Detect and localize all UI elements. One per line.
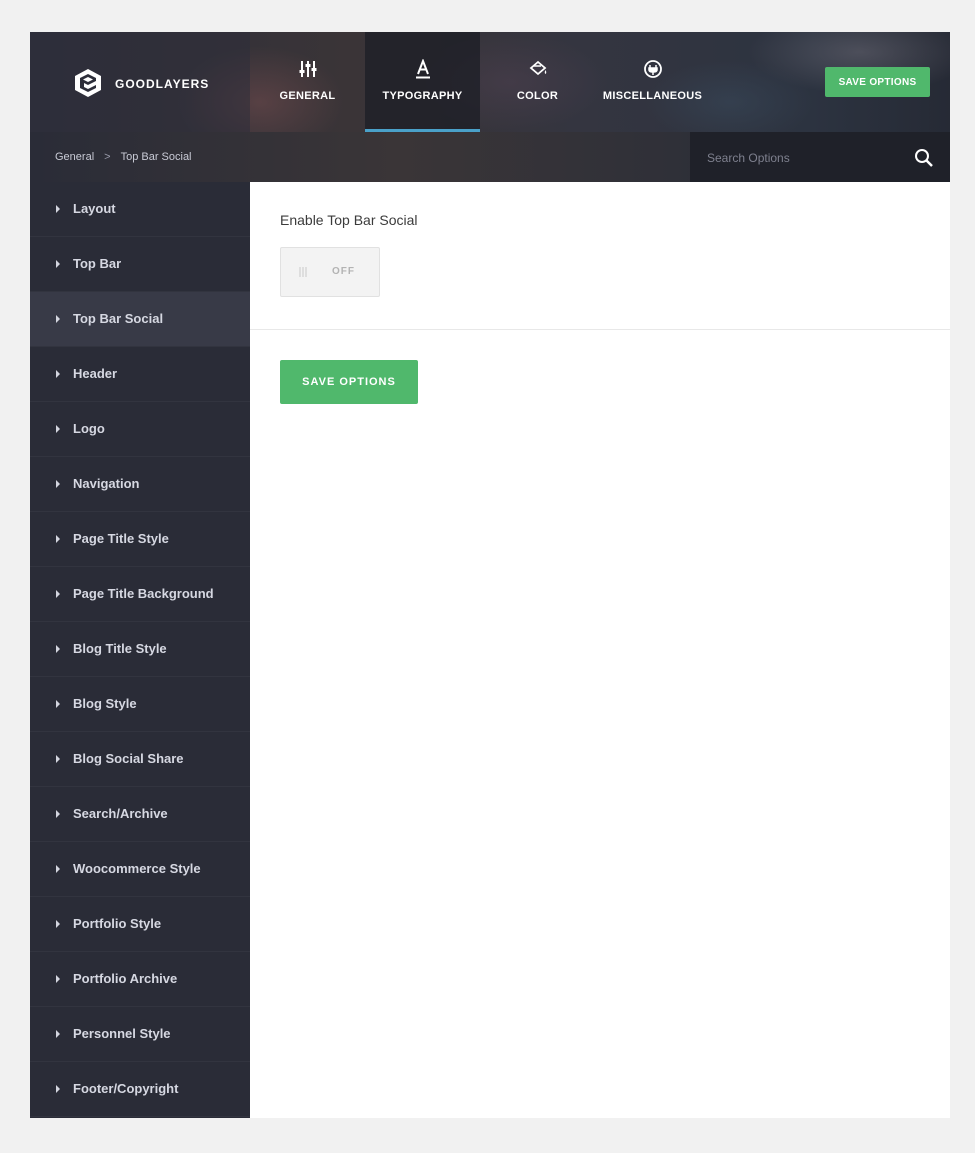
breadcrumb-root[interactable]: General [55, 151, 94, 163]
sidebar-item-logo[interactable]: Logo [30, 402, 250, 457]
sidebar-item-navigation[interactable]: Navigation [30, 457, 250, 512]
caret-right-icon [56, 315, 60, 323]
tab-color[interactable]: COLOR [480, 32, 595, 132]
sidebar-item-label: Woocommerce Style [73, 861, 201, 876]
tab-miscellaneous-label: MISCELLANEOUS [602, 90, 703, 102]
header-save-options-button[interactable]: SAVE OPTIONS [825, 67, 930, 97]
sidebar-item-label: Header [73, 366, 118, 381]
search-icon[interactable] [914, 148, 934, 168]
sidebar-item-header[interactable]: Header [30, 347, 250, 402]
sidebar-item-blog-style[interactable]: Blog Style [30, 677, 250, 732]
breadcrumb: General > Top Bar Social [55, 151, 192, 163]
breadcrumb-separator: > [104, 151, 111, 163]
sidebar-item-label: Blog Social Share [73, 751, 184, 766]
sidebar-item-label: Navigation [73, 476, 140, 491]
app-window: GOODLAYERS GENERAL TYPOGRAPHY COLOR MISC… [30, 32, 950, 1118]
caret-right-icon [56, 370, 60, 378]
sidebar-item-label: Portfolio Archive [73, 971, 178, 986]
typography-icon [415, 59, 430, 79]
sliders-icon [299, 61, 316, 77]
sidebar-item-blog-social-share[interactable]: Blog Social Share [30, 732, 250, 787]
sidebar-item-label: Blog Style [73, 696, 137, 711]
sidebar-item-label: Personnel Style [73, 1026, 171, 1041]
sidebar-item-label: Page Title Background [73, 586, 214, 601]
caret-right-icon [56, 700, 60, 708]
sidebar-item-top-bar-social[interactable]: Top Bar Social [30, 292, 250, 347]
tab-general[interactable]: GENERAL [250, 32, 365, 132]
sidebar-item-page-title-background[interactable]: Page Title Background [30, 567, 250, 622]
goodlayers-logo-icon [75, 69, 101, 97]
sidebar-item-portfolio-archive[interactable]: Portfolio Archive [30, 952, 250, 1007]
enable-top-bar-social-toggle[interactable]: OFF [280, 247, 380, 297]
tab-general-label: GENERAL [279, 90, 336, 102]
sidebar-item-label: Layout [73, 201, 116, 216]
caret-right-icon [56, 535, 60, 543]
caret-right-icon [56, 480, 60, 488]
sidebar-item-top-bar[interactable]: Top Bar [30, 237, 250, 292]
sidebar-item-label: Footer/Copyright [73, 1081, 179, 1096]
caret-right-icon [56, 425, 60, 433]
sidebar-item-layout[interactable]: Layout [30, 182, 250, 237]
plug-icon [643, 60, 662, 78]
sidebar-item-label: Logo [73, 421, 105, 436]
sidebar-item-label: Top Bar Social [73, 311, 164, 326]
sidebar-item-portfolio-style[interactable]: Portfolio Style [30, 897, 250, 952]
logo-text: GOODLAYERS [115, 77, 210, 91]
tab-typography-label: TYPOGRAPHY [382, 90, 463, 102]
sidebar-item-woocommerce-style[interactable]: Woocommerce Style [30, 842, 250, 897]
sidebar-item-footer-copyright[interactable]: Footer/Copyright [30, 1062, 250, 1117]
sidebar-item-label: Search/Archive [73, 806, 168, 821]
breadcrumb-bar: General > Top Bar Social [30, 132, 950, 182]
sidebar-item-label: Top Bar [73, 256, 122, 271]
caret-right-icon [56, 260, 60, 268]
sidebar-item-label: Portfolio Style [73, 916, 162, 931]
sidebar-item-personnel-style[interactable]: Personnel Style [30, 1007, 250, 1062]
caret-right-icon [56, 1030, 60, 1038]
caret-right-icon [56, 920, 60, 928]
sidebar-item-blog-title-style[interactable]: Blog Title Style [30, 622, 250, 677]
caret-right-icon [56, 645, 60, 653]
save-options-button[interactable]: SAVE OPTIONS [280, 360, 418, 404]
search-box [690, 132, 950, 182]
sidebar-item-label: Page Title Style [73, 531, 169, 546]
caret-right-icon [56, 755, 60, 763]
divider [250, 329, 950, 330]
toggle-grip-icon [299, 267, 307, 277]
caret-right-icon [56, 865, 60, 873]
tab-miscellaneous[interactable]: MISCELLANEOUS [595, 32, 710, 132]
sidebar: Layout Top Bar Top Bar Social Header Log… [30, 182, 250, 1118]
caret-right-icon [56, 975, 60, 983]
toggle-state-label: OFF [332, 266, 355, 277]
tab-typography[interactable]: TYPOGRAPHY [365, 32, 480, 132]
sidebar-item-label: Blog Title Style [73, 641, 167, 656]
sidebar-item-search-archive[interactable]: Search/Archive [30, 787, 250, 842]
caret-right-icon [56, 810, 60, 818]
paint-bucket-icon [529, 60, 546, 76]
main-content: Enable Top Bar Social OFF SAVE OPTIONS [250, 182, 950, 1118]
caret-right-icon [56, 590, 60, 598]
breadcrumb-current: Top Bar Social [120, 151, 192, 163]
option-title: Enable Top Bar Social [280, 212, 418, 228]
top-nav-bar: GOODLAYERS GENERAL TYPOGRAPHY COLOR MISC… [30, 32, 950, 132]
search-input[interactable] [705, 146, 899, 170]
caret-right-icon [56, 205, 60, 213]
logo[interactable]: GOODLAYERS [30, 32, 250, 132]
caret-right-icon [56, 1085, 60, 1093]
tab-color-label: COLOR [516, 90, 559, 102]
sidebar-item-page-title-style[interactable]: Page Title Style [30, 512, 250, 567]
